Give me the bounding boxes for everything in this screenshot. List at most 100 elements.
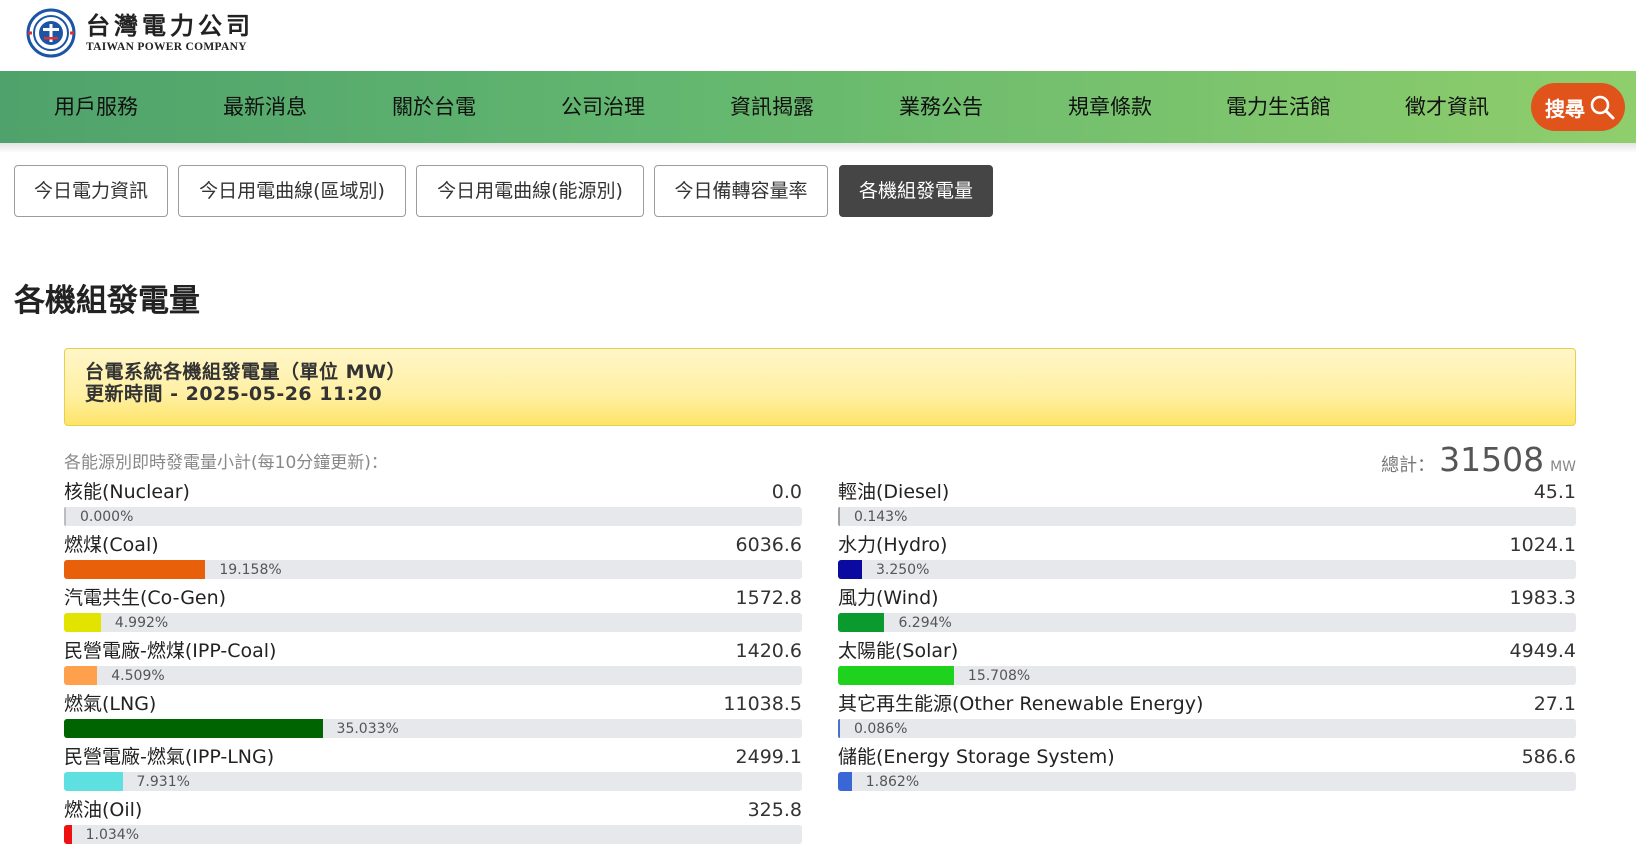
energy-source-row: 儲能(Energy Storage System) 586.6 1.862% [838,746,1576,799]
energy-source-row: 燃氣(LNG) 11038.5 35.033% [64,693,802,746]
percentage-bar-track: 15.708% [838,666,1576,685]
percentage-bar-fill [838,507,840,526]
nav-item-regulations[interactable]: 規章條款 [1068,71,1152,143]
percentage-bar-fill [64,507,66,526]
search-button-label: 搜尋 [1545,96,1585,121]
percentage-bar-fill [838,560,862,579]
nav-item-news[interactable]: 最新消息 [223,71,307,143]
panel-update-time: 更新時間 - 2025-05-26 11:20 [85,383,383,405]
energy-source-row: 燃油(Oil) 325.8 1.034% [64,799,802,852]
tab-load-curve-by-source[interactable]: 今日用電曲線(能源別) [416,165,644,217]
nav-item-about[interactable]: 關於台電 [392,71,476,143]
energy-source-row: 民營電廠-燃氣(IPP-LNG) 2499.1 7.931% [64,746,802,799]
nav-shadow [0,143,1636,153]
nav-item-governance[interactable]: 公司治理 [561,71,645,143]
percentage-bar-track: 7.931% [64,772,802,791]
energy-source-name: 水力(Hydro) [838,534,948,556]
energy-source-row: 太陽能(Solar) 4949.4 15.708% [838,640,1576,693]
nav-item-careers[interactable]: 徵才資訊 [1405,71,1489,143]
taipower-logo-icon [26,8,76,58]
percentage-bar-fill [64,613,101,632]
percentage-label: 19.158% [219,562,282,578]
energy-source-row: 水力(Hydro) 1024.1 3.250% [838,534,1576,587]
energy-source-value: 2499.1 [735,746,802,768]
percentage-label: 6.294% [898,615,952,631]
energy-source-name: 民營電廠-燃氣(IPP-LNG) [64,746,275,768]
energy-source-value: 1420.6 [735,640,802,662]
percentage-bar-track: 4.509% [64,666,802,685]
search-icon [1590,95,1615,120]
energy-source-value: 1024.1 [1509,534,1576,556]
energy-source-name: 輕油(Diesel) [838,481,950,503]
energy-source-value: 11038.5 [723,693,802,715]
logo-chinese-name: 台灣電力公司 [86,11,254,40]
percentage-label: 4.509% [111,668,165,684]
percentage-label: 1.862% [865,774,920,790]
total-value: 31508 [1439,440,1545,479]
energy-source-row: 民營電廠-燃煤(IPP-Coal) 1420.6 4.509% [64,640,802,693]
percentage-bar-fill [64,560,206,579]
nav-item-announcements[interactable]: 業務公告 [899,71,983,143]
percentage-bar-fill [838,719,840,738]
percentage-label: 35.033% [336,721,399,737]
energy-source-value: 27.1 [1533,693,1576,715]
percentage-bar-track: 35.033% [64,719,802,738]
percentage-label: 0.086% [854,721,908,737]
percentage-bar-fill [64,825,72,844]
percentage-bar-fill [838,666,954,685]
energy-source-value: 6036.6 [735,534,802,556]
energy-source-name: 燃油(Oil) [64,799,143,821]
energy-source-row: 其它再生能源(Other Renewable Energy) 27.1 0.086% [838,693,1576,746]
energy-list-right: 輕油(Diesel) 45.1 0.143% 水力(Hydro) 1024.1 3.250… [838,481,1576,799]
percentage-label: 3.250% [875,562,930,578]
percentage-bar-fill [838,772,852,791]
energy-source-value: 45.1 [1533,481,1576,503]
percentage-bar-fill [838,613,885,632]
percentage-bar-fill [64,666,98,685]
energy-source-row: 燃煤(Coal) 6036.6 19.158% [64,534,802,587]
percentage-bar-track: 1.034% [64,825,802,844]
energy-source-name: 燃氣(LNG) [64,693,157,715]
main-nav: 用戶服務 最新消息 關於台電 公司治理 資訊揭露 業務公告 規章條款 電力生活館… [0,71,1636,143]
tab-today-power-info[interactable]: 今日電力資訊 [14,165,168,217]
tab-operating-reserve[interactable]: 今日備轉容量率 [654,165,828,217]
energy-source-name: 其它再生能源(Other Renewable Energy) [838,693,1204,715]
energy-source-name: 汽電共生(Co-Gen) [64,587,227,609]
energy-source-value: 1572.8 [735,587,802,609]
logo-english-name: TAIWAN POWER COMPANY [86,41,247,53]
percentage-label: 0.143% [854,509,908,525]
percentage-bar-track: 6.294% [838,613,1576,632]
energy-source-row: 輕油(Diesel) 45.1 0.143% [838,481,1576,534]
percentage-bar-fill [64,772,123,791]
nav-item-power-life[interactable]: 電力生活館 [1226,71,1331,143]
percentage-bar-track: 0.000% [64,507,802,526]
percentage-bar-fill [64,719,323,738]
energy-source-name: 核能(Nuclear) [64,481,190,503]
energy-source-name: 太陽能(Solar) [838,640,959,662]
energy-source-value: 325.8 [747,799,802,821]
energy-source-name: 儲能(Energy Storage System) [838,746,1115,768]
search-button[interactable]: 搜尋 [1531,83,1625,131]
percentage-bar-track: 19.158% [64,560,802,579]
percentage-label: 1.034% [85,827,140,843]
energy-source-value: 1983.3 [1509,587,1576,609]
tab-unit-generation[interactable]: 各機組發電量 [839,165,993,217]
energy-source-row: 核能(Nuclear) 0.0 0.000% [64,481,802,534]
percentage-label: 4.992% [114,615,169,631]
nav-item-disclosure[interactable]: 資訊揭露 [730,71,814,143]
tab-load-curve-by-region[interactable]: 今日用電曲線(區域別) [178,165,406,217]
total-unit: MW [1550,459,1576,475]
energy-source-name: 民營電廠-燃煤(IPP-Coal) [64,640,277,662]
info-panel: 台電系統各機組發電量（單位 MW） 更新時間 - 2025-05-26 11:2… [64,348,1576,426]
company-logo[interactable]: 台灣電力公司 TAIWAN POWER COMPANY [26,8,254,58]
energy-source-value: 4949.4 [1509,640,1576,662]
energy-source-name: 燃煤(Coal) [64,534,159,556]
percentage-bar-track: 0.143% [838,507,1576,526]
panel-title: 台電系統各機組發電量（單位 MW） [85,361,406,383]
total-summary: 總計： 31508 MW [1381,440,1576,479]
percentage-bar-track: 0.086% [838,719,1576,738]
site-header: 台灣電力公司 TAIWAN POWER COMPANY [0,0,1636,72]
nav-item-customer-service[interactable]: 用戶服務 [54,71,138,143]
energy-source-value: 586.6 [1521,746,1576,768]
energy-source-row: 風力(Wind) 1983.3 6.294% [838,587,1576,640]
